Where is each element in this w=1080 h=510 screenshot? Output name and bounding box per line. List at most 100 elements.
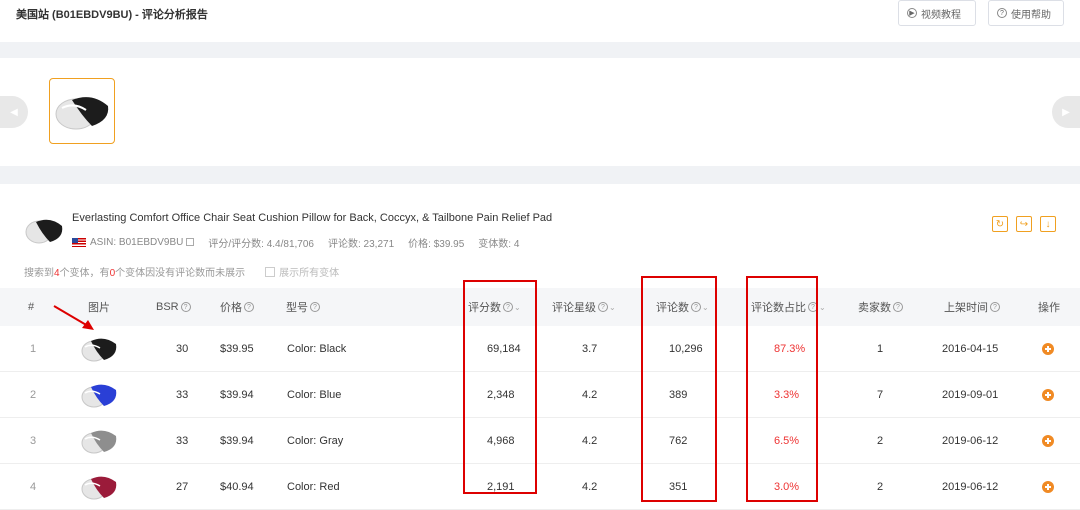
cell-sellers: 2 [877, 481, 884, 493]
help-icon: ? [598, 302, 608, 312]
cell-stars: 3.7 [582, 343, 598, 355]
reviews-info: 评论数: 23,271 [327, 239, 395, 250]
sort-chevron-icon: ⌄ [819, 302, 826, 312]
help-icon: ? [244, 302, 254, 312]
help-icon: ? [990, 302, 1000, 312]
cell-stars: 4.2 [582, 389, 598, 401]
help-icon: ? [310, 302, 320, 312]
price-info: 价格: $39.95 [408, 239, 465, 250]
variant-image [81, 338, 117, 362]
cell-bsr: 27 [176, 481, 189, 493]
play-circle-icon: ▶ [907, 8, 917, 18]
page-header: 美国站 (B01EBDV9BU) - 评论分析报告 ▶ 视频教程 ? 使用帮助 [0, 0, 1080, 42]
table-row: 1 30 $39.95 Color: Black 69,184 3.7 10,296 87.3… [0, 326, 1080, 372]
show-all-variants-checkbox[interactable]: 展示所有变体 [265, 264, 339, 279]
cell-model: Color: Gray [287, 435, 344, 447]
cell-price: $39.94 [220, 389, 254, 401]
carousel-thumbnail-selected[interactable] [49, 78, 115, 144]
page-title: 美国站 (B01EBDV9BU) - 评论分析报告 [16, 9, 208, 21]
cell-launch-date: 2016-04-15 [942, 343, 999, 355]
cell-index: 4 [30, 481, 37, 493]
help-circle-icon: ? [997, 8, 1007, 18]
download-button[interactable]: ↓ [1040, 216, 1056, 232]
product-image [25, 219, 63, 244]
refresh-button[interactable]: ↻ [992, 216, 1008, 232]
red-arrow-annotation [53, 305, 94, 330]
cell-launch-date: 2019-06-12 [942, 481, 999, 493]
external-link-icon[interactable] [186, 238, 195, 247]
share-button[interactable]: ↪ [1016, 216, 1032, 232]
asin-text: ASIN: B01EBDV9BU [90, 237, 184, 248]
chevron-left-icon: ◀ [10, 106, 18, 118]
cell-model: Color: Black [287, 343, 347, 355]
cell-launch-date: 2019-06-12 [942, 435, 999, 447]
checkbox-box [265, 266, 276, 277]
cell-image[interactable] [80, 418, 118, 464]
us-flag-icon [72, 237, 86, 247]
download-icon: ↓ [1045, 218, 1051, 230]
variants-info: 变体数: 4 [478, 239, 520, 250]
cell-stars: 4.2 [582, 481, 598, 493]
share-icon: ↪ [1019, 218, 1029, 230]
cell-stars: 4.2 [582, 435, 598, 447]
plus-circle-icon[interactable] [1042, 481, 1054, 493]
cell-action[interactable] [1042, 326, 1054, 372]
highlight-box-rating-count [463, 280, 537, 494]
cell-model: Color: Red [287, 481, 340, 493]
plus-circle-icon[interactable] [1042, 343, 1054, 355]
cell-index: 3 [30, 435, 37, 447]
col-index: # [28, 301, 35, 313]
variant-image [81, 430, 117, 454]
carousel-prev-button[interactable]: ◀ [0, 96, 28, 128]
col-stars[interactable]: 评论星级? ⌄ [552, 288, 616, 326]
chevron-right-icon: ▶ [1062, 106, 1070, 118]
variant-image [81, 384, 117, 408]
product-title: Everlasting Comfort Office Chair Seat Cu… [72, 212, 553, 224]
table-header: # 图片 BSR? 价格? 型号? 评分数? ⌄ 评论星级? ⌄ 评论数? ⌄ 评论数… [0, 288, 1080, 326]
col-sellers[interactable]: 卖家数? [858, 288, 903, 326]
highlight-box-review-pct [746, 276, 818, 502]
col-launch[interactable]: 上架时间? [944, 288, 1000, 326]
cell-action[interactable] [1042, 418, 1054, 464]
table-row: 3 33 $39.94 Color: Gray 4,968 4.2 762 6.5% 2 2019… [0, 418, 1080, 464]
cell-bsr: 30 [176, 343, 189, 355]
cell-action[interactable] [1042, 372, 1054, 418]
cell-image[interactable] [80, 326, 118, 372]
cell-launch-date: 2019-09-01 [942, 389, 999, 401]
plus-circle-icon[interactable] [1042, 389, 1054, 401]
cell-price: $40.94 [220, 481, 254, 493]
cell-image[interactable] [80, 372, 118, 418]
cell-index: 2 [30, 389, 37, 401]
col-price[interactable]: 价格? [220, 288, 254, 326]
variant-carousel: ◀ ▶ [0, 58, 1080, 166]
plus-circle-icon[interactable] [1042, 435, 1054, 447]
cell-sellers: 7 [877, 389, 884, 401]
cell-image[interactable] [80, 464, 118, 510]
table-row: 2 33 $39.94 Color: Blue 2,348 4.2 389 3.3% 7 2019… [0, 372, 1080, 418]
cell-model: Color: Blue [287, 389, 342, 401]
cell-sellers: 1 [877, 343, 884, 355]
variant-search-note: 搜索到4个变体，有0个变体因没有评论数而未展示 展示所有变体 [24, 264, 339, 279]
help-button[interactable]: ? 使用帮助 [988, 0, 1064, 26]
rating-info: 评分/评分数: 4.4/81,706 [208, 239, 314, 250]
video-tutorial-label: 视频教程 [921, 9, 961, 21]
col-bsr[interactable]: BSR? [156, 288, 191, 326]
sort-chevron-icon: ⌄ [609, 302, 616, 312]
product-meta: ASIN: B01EBDV9BU 评分/评分数: 4.4/81,706 评论数:… [72, 235, 519, 250]
carousel-next-button[interactable]: ▶ [1052, 96, 1080, 128]
table-row: 4 27 $40.94 Color: Red 2,191 4.2 351 3.0% 2 2019-… [0, 464, 1080, 510]
highlight-box-reviews [641, 276, 717, 502]
variant-count-text: 搜索到4个变体，有0个变体因没有评论数而未展示 [24, 268, 246, 279]
review-analysis-panel: Everlasting Comfort Office Chair Seat Cu… [0, 184, 1080, 510]
video-tutorial-button[interactable]: ▶ 视频教程 [898, 0, 976, 26]
col-model[interactable]: 型号? [286, 288, 320, 326]
cell-bsr: 33 [176, 435, 189, 447]
cell-index: 1 [30, 343, 37, 355]
help-label: 使用帮助 [1011, 9, 1051, 21]
cell-action[interactable] [1042, 464, 1054, 510]
cushion-image [55, 97, 109, 130]
show-all-label: 展示所有变体 [279, 268, 340, 279]
variant-image [81, 476, 117, 500]
col-action: 操作 [1038, 302, 1060, 314]
help-icon: ? [893, 302, 903, 312]
